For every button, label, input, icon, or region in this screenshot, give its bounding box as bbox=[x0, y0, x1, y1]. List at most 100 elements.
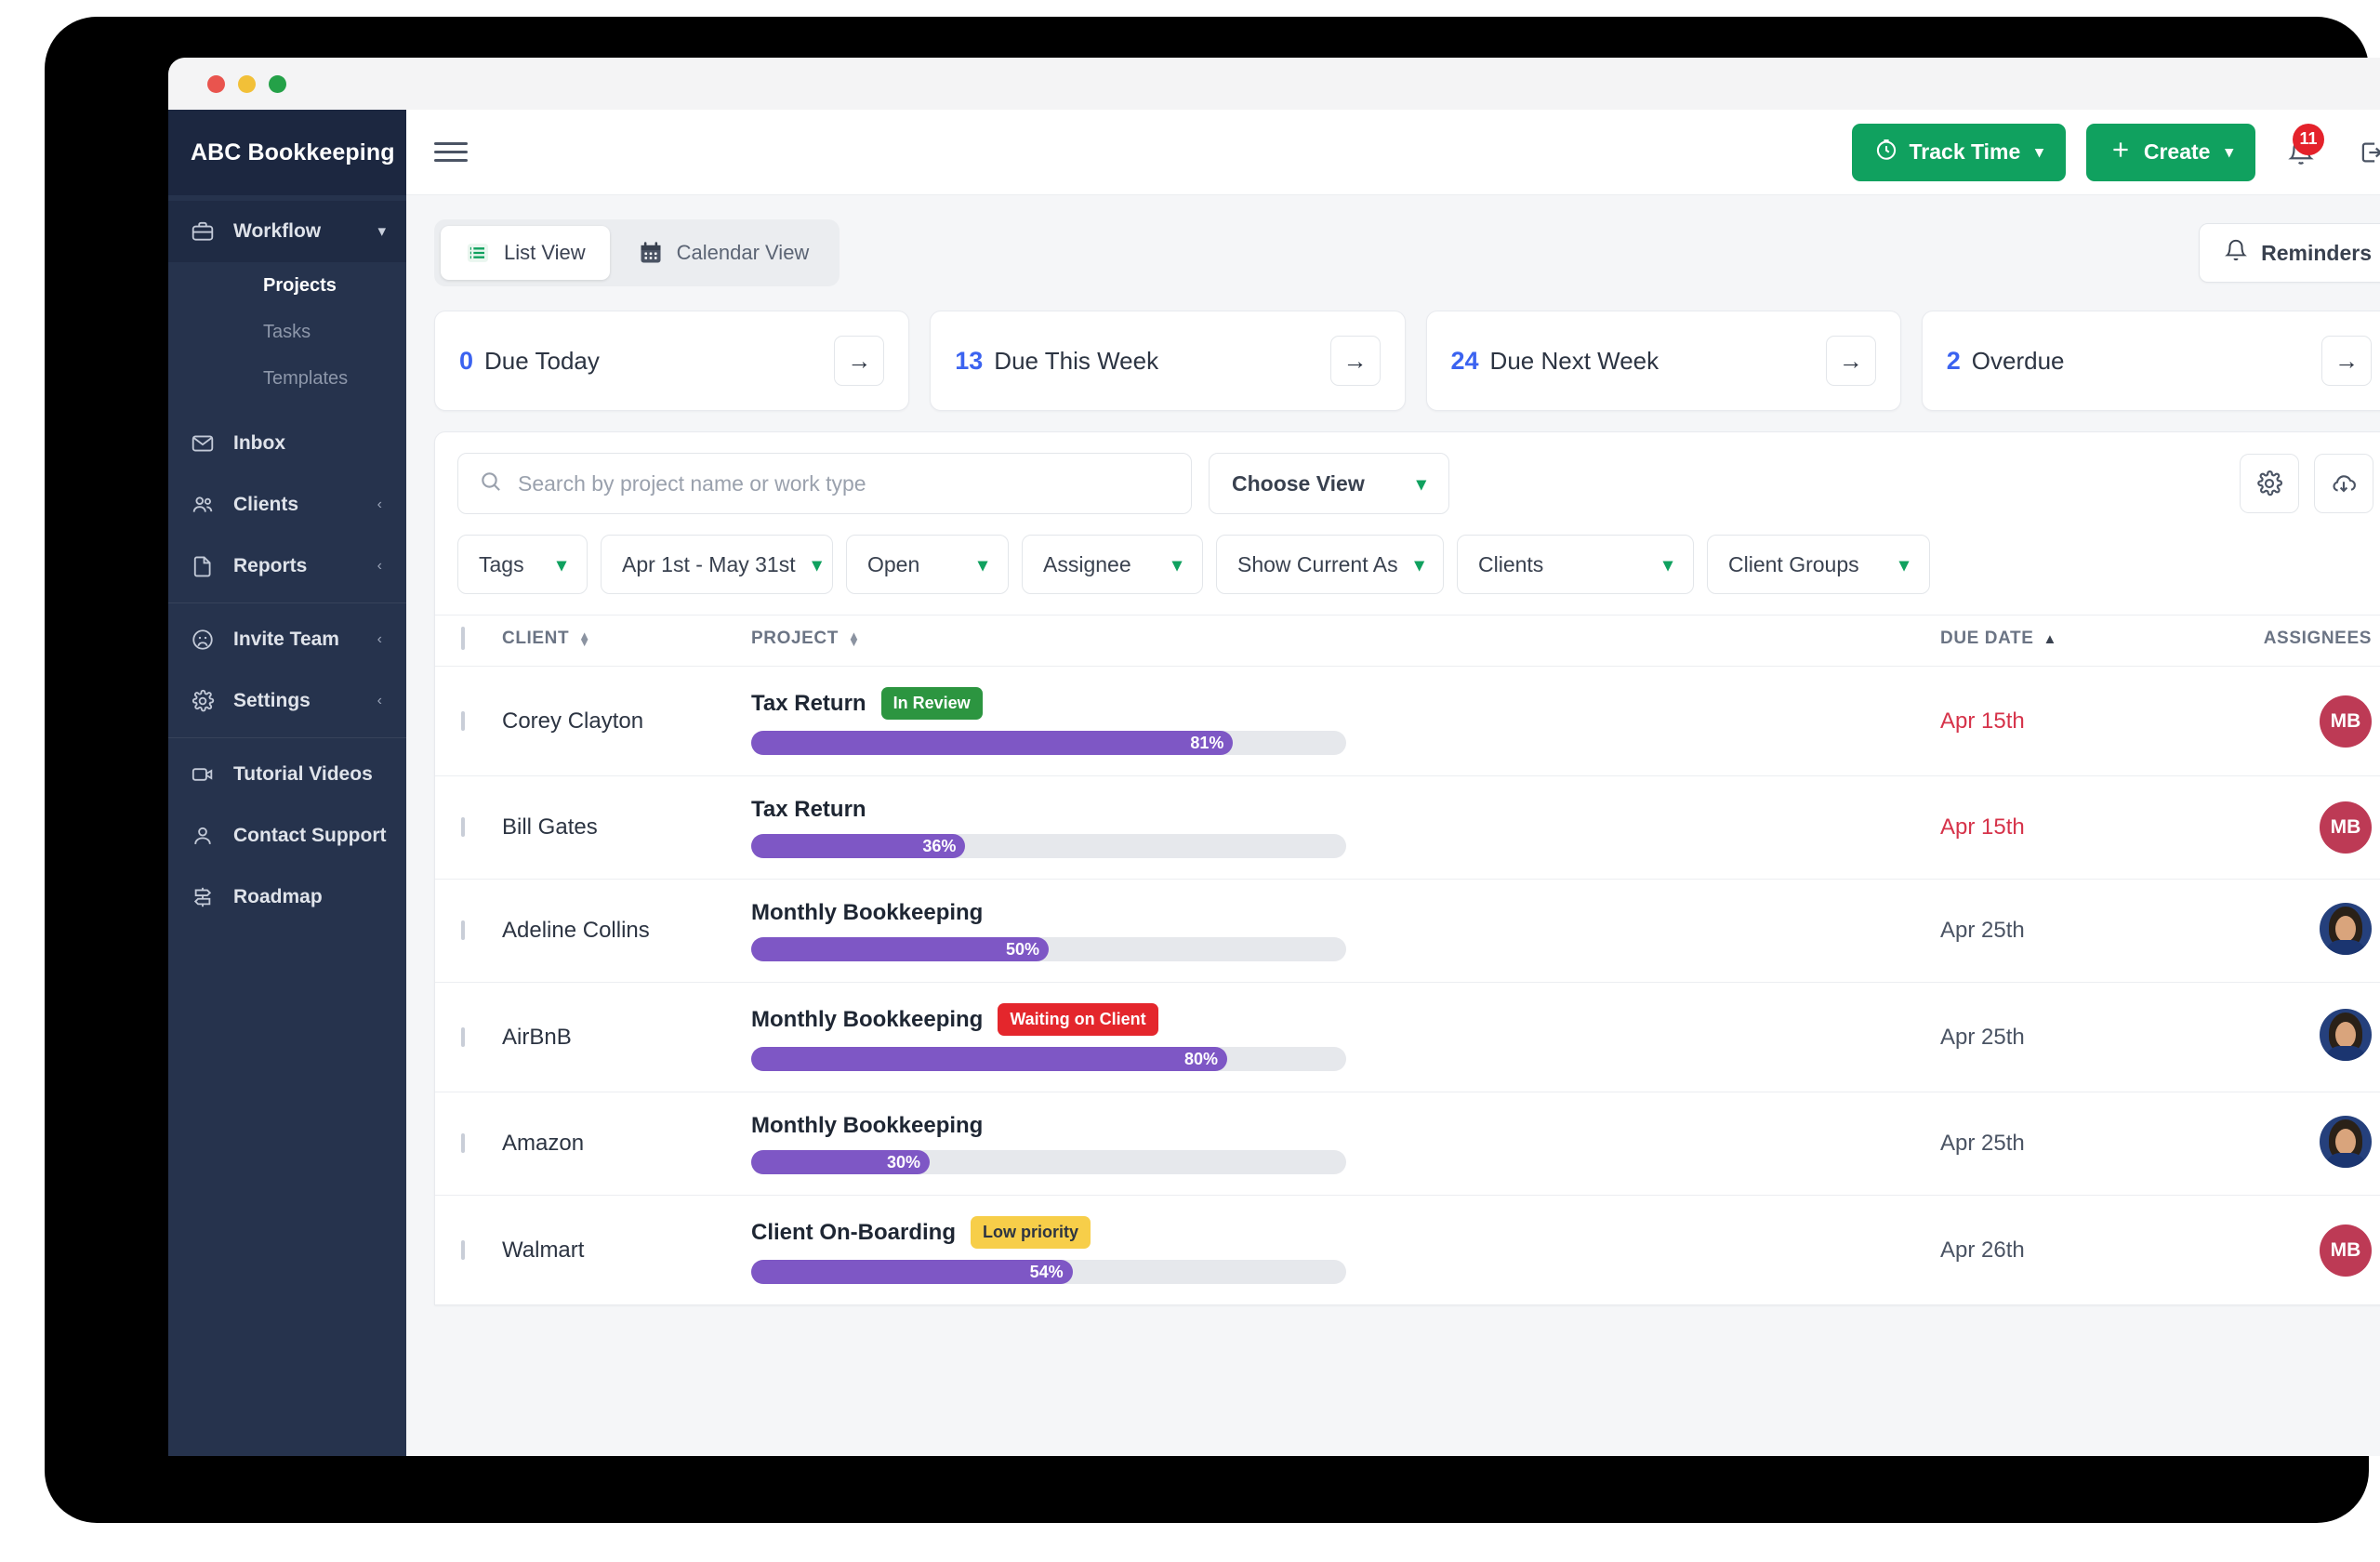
stat-card-due-this-week[interactable]: 13 Due This Week → bbox=[930, 311, 1406, 411]
progress-label: 30% bbox=[886, 1152, 920, 1172]
avatar[interactable] bbox=[2320, 1009, 2372, 1061]
window-controls bbox=[207, 75, 286, 93]
sidebar-item-tutorial-videos[interactable]: Tutorial Videos bbox=[168, 744, 406, 805]
progress-track: 54% bbox=[751, 1260, 1346, 1284]
column-header-due-date[interactable]: DUE DATE ▲ bbox=[1940, 615, 2219, 667]
arrow-right-icon[interactable]: → bbox=[2321, 336, 2372, 386]
avatar[interactable]: MB bbox=[2320, 695, 2372, 748]
client-name: Adeline Collins bbox=[502, 918, 650, 943]
create-button[interactable]: Create ▾ bbox=[2085, 123, 2255, 181]
row-checkbox[interactable] bbox=[461, 1133, 465, 1153]
filter-tags[interactable]: Tags ▾ bbox=[457, 535, 588, 594]
minimize-window-button[interactable] bbox=[238, 75, 256, 93]
table-row[interactable]: Walmart Client On-Boarding Low priority 54%… bbox=[435, 1195, 2380, 1304]
due-date: Apr 25th bbox=[1940, 918, 2025, 943]
project-name[interactable]: Monthly Bookkeeping bbox=[751, 1007, 983, 1033]
sidebar-item-reports[interactable]: Reports ‹ bbox=[168, 536, 406, 597]
select-all-checkbox[interactable] bbox=[461, 627, 465, 650]
track-time-button[interactable]: Track Time ▾ bbox=[1851, 123, 2066, 181]
settings-button[interactable] bbox=[2240, 454, 2299, 513]
sidebar-group-admin: Invite Team ‹ Settings ‹ bbox=[168, 602, 406, 737]
arrow-right-icon[interactable]: → bbox=[1825, 336, 1876, 386]
table-row[interactable]: AirBnB Monthly Bookkeeping Waiting on Clie… bbox=[435, 982, 2380, 1092]
sidebar-item-clients[interactable]: Clients ‹ bbox=[168, 474, 406, 536]
sidebar-item-projects[interactable]: Projects bbox=[168, 262, 406, 309]
close-window-button[interactable] bbox=[207, 75, 225, 93]
project-cell: Monthly Bookkeeping 50% bbox=[751, 879, 1940, 983]
project-name[interactable]: Monthly Bookkeeping bbox=[751, 900, 983, 926]
download-button[interactable] bbox=[2314, 454, 2373, 513]
stat-card-due-today[interactable]: 0 Due Today → bbox=[434, 311, 910, 411]
filter-assignee[interactable]: Assignee ▾ bbox=[1022, 535, 1203, 594]
tab-list-view[interactable]: List View bbox=[441, 226, 610, 280]
avatar[interactable]: MB bbox=[2320, 801, 2372, 854]
project-name[interactable]: Monthly Bookkeeping bbox=[751, 1113, 983, 1139]
row-select-cell bbox=[435, 1195, 502, 1304]
tab-calendar-view[interactable]: Calendar View bbox=[614, 226, 834, 280]
filter-label: Client Groups bbox=[1728, 551, 1859, 576]
column-header-client[interactable]: CLIENT ▲ ▼ bbox=[502, 615, 751, 667]
choose-view-dropdown[interactable]: Choose View ▾ bbox=[1209, 453, 1449, 514]
filter-clients[interactable]: Clients ▾ bbox=[1457, 535, 1694, 594]
sidebar-item-label: Settings bbox=[233, 690, 311, 711]
progress-track: 30% bbox=[751, 1150, 1346, 1174]
select-all-header bbox=[435, 615, 502, 667]
project-name[interactable]: Client On-Boarding bbox=[751, 1220, 956, 1246]
screenshot-root: ABC Bookkeeping Workflow ▾ Projects Task… bbox=[0, 0, 2380, 1562]
arrow-right-icon[interactable]: → bbox=[834, 336, 885, 386]
filter-status[interactable]: Open ▾ bbox=[846, 535, 1009, 594]
column-header-assignees: ASSIGNEES bbox=[2219, 615, 2380, 667]
menu-toggle-icon[interactable] bbox=[434, 142, 468, 162]
content-area: List View Calendar View Reminders 0 Due … bbox=[406, 195, 2380, 1305]
avatar[interactable] bbox=[2320, 1115, 2372, 1168]
search-input[interactable] bbox=[518, 470, 1170, 496]
table-row[interactable]: Corey Clayton Tax Return In Review 81% Apr 1… bbox=[435, 666, 2380, 776]
reminders-button[interactable]: Reminders bbox=[2199, 223, 2380, 283]
window-titlebar bbox=[168, 58, 2380, 110]
sidebar-item-tasks[interactable]: Tasks bbox=[168, 309, 406, 355]
chevron-down-icon: ▾ bbox=[1414, 554, 1424, 576]
due-date: Apr 26th bbox=[1940, 1237, 2025, 1263]
sort-icon: ▲ ▼ bbox=[578, 629, 591, 649]
sidebar: ABC Bookkeeping Workflow ▾ Projects Task… bbox=[168, 110, 406, 1456]
stat-card-due-next-week[interactable]: 24 Due Next Week → bbox=[1425, 311, 1901, 411]
arrow-right-icon[interactable]: → bbox=[1329, 336, 1381, 386]
filter-client-groups[interactable]: Client Groups ▾ bbox=[1707, 535, 1930, 594]
row-checkbox[interactable] bbox=[461, 1239, 465, 1260]
filter-date-range[interactable]: Apr 1st - May 31st ▾ bbox=[601, 535, 833, 594]
filter-show-current-as[interactable]: Show Current As ▾ bbox=[1216, 535, 1444, 594]
sidebar-item-invite-team[interactable]: Invite Team ‹ bbox=[168, 609, 406, 670]
row-checkbox[interactable] bbox=[461, 710, 465, 731]
row-checkbox[interactable] bbox=[461, 1026, 465, 1047]
sidebar-item-contact-support[interactable]: Contact Support bbox=[168, 805, 406, 867]
stat-card-overdue[interactable]: 2 Overdue → bbox=[1921, 311, 2380, 411]
sidebar-item-settings[interactable]: Settings ‹ bbox=[168, 670, 406, 732]
table-row[interactable]: Bill Gates Tax Return 36% Apr 15th MB bbox=[435, 775, 2380, 880]
filter-label: Clients bbox=[1478, 551, 1544, 576]
sidebar-item-inbox[interactable]: Inbox bbox=[168, 413, 406, 474]
users-icon bbox=[191, 493, 215, 517]
row-checkbox[interactable] bbox=[461, 920, 465, 940]
file-icon bbox=[191, 554, 215, 578]
panel-tools bbox=[2240, 454, 2373, 513]
sidebar-item-templates[interactable]: Templates bbox=[168, 355, 406, 402]
search-toolbar: Choose View ▾ bbox=[435, 432, 2380, 514]
project-name[interactable]: Tax Return bbox=[751, 797, 866, 823]
maximize-window-button[interactable] bbox=[269, 75, 286, 93]
due-date: Apr 15th bbox=[1940, 708, 2025, 734]
table-row[interactable]: Amazon Monthly Bookkeeping 30% Apr 25th bbox=[435, 1092, 2380, 1196]
project-name[interactable]: Tax Return bbox=[751, 691, 866, 717]
table-row[interactable]: Adeline Collins Monthly Bookkeeping 50% Apr… bbox=[435, 879, 2380, 983]
avatar[interactable] bbox=[2320, 902, 2372, 955]
notifications-button[interactable]: 11 bbox=[2276, 123, 2326, 178]
filter-bar: Tags ▾ Apr 1st - May 31st ▾ Open ▾ Assig… bbox=[435, 514, 2380, 615]
column-header-project[interactable]: PROJECT ▲ ▼ bbox=[751, 615, 1940, 667]
filter-label: Tags bbox=[479, 551, 524, 576]
sidebar-item-workflow[interactable]: Workflow ▾ bbox=[168, 201, 406, 262]
search-box[interactable] bbox=[457, 453, 1192, 514]
sidebar-item-roadmap[interactable]: Roadmap bbox=[168, 867, 406, 928]
logout-button[interactable] bbox=[2347, 127, 2380, 178]
row-checkbox[interactable] bbox=[461, 817, 465, 837]
due-date-cell: Apr 25th bbox=[1940, 982, 2219, 1092]
avatar[interactable]: MB bbox=[2320, 1224, 2372, 1277]
